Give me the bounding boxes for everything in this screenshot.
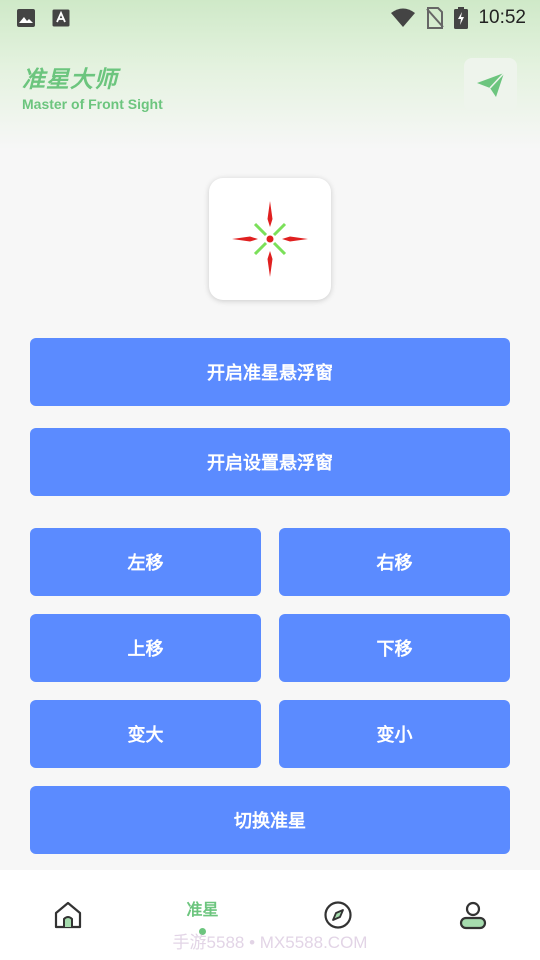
wifi-icon <box>391 8 416 27</box>
battery-charging-icon <box>454 7 469 29</box>
no-sim-icon <box>426 7 445 29</box>
profile-icon <box>459 901 486 930</box>
nav-label-crosshair: 准星 <box>186 899 219 919</box>
app-subtitle: Master of Front Sight <box>22 96 163 112</box>
compass-icon <box>323 901 352 929</box>
active-indicator <box>199 927 206 935</box>
send-button[interactable] <box>464 58 517 111</box>
status-bar: 10:52 <box>0 0 540 36</box>
open-settings-float-button[interactable]: 开启设置悬浮窗 <box>30 428 510 496</box>
app-header: 准星大师 Master of Front Sight <box>22 60 163 112</box>
nav-item-crosshair[interactable]: 准星 <box>135 870 270 960</box>
move-up-button[interactable]: 上移 <box>30 614 261 682</box>
nav-item-discover[interactable] <box>270 870 405 960</box>
font-icon <box>52 9 70 27</box>
switch-crosshair-button[interactable]: 切换准星 <box>30 786 510 854</box>
bottom-nav: 准星 <box>0 870 540 960</box>
crosshair-icon <box>232 201 308 277</box>
move-right-button[interactable]: 右移 <box>279 528 510 596</box>
nav-item-home[interactable] <box>0 870 135 960</box>
move-left-button[interactable]: 左移 <box>30 528 261 596</box>
shrink-button[interactable]: 变小 <box>279 700 510 768</box>
image-icon <box>17 9 35 27</box>
app-title: 准星大师 <box>22 67 118 93</box>
status-time: 10:52 <box>478 7 526 28</box>
home-icon <box>54 901 81 929</box>
enlarge-button[interactable]: 变大 <box>30 700 261 768</box>
open-crosshair-float-button[interactable]: 开启准星悬浮窗 <box>30 338 510 406</box>
nav-item-profile[interactable] <box>405 870 540 960</box>
move-down-button[interactable]: 下移 <box>279 614 510 682</box>
send-icon <box>476 71 505 97</box>
crosshair-preview <box>209 178 331 300</box>
